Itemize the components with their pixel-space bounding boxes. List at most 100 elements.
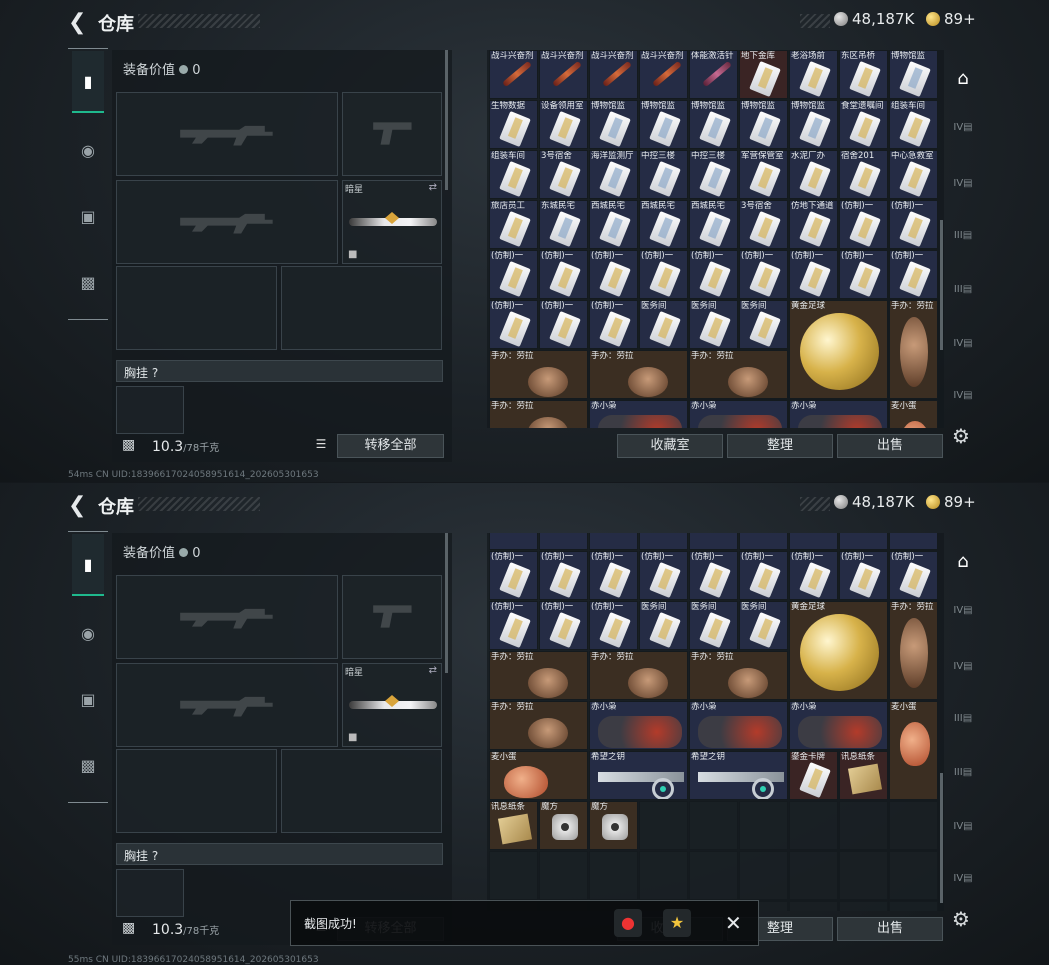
stash-item[interactable]: 西城民宅: [589, 200, 638, 249]
stash-item[interactable]: 手办：劳拉: [489, 651, 588, 700]
stash-item[interactable]: 博物馆监: [889, 50, 938, 99]
stash-item[interactable]: 手办：劳拉: [489, 350, 588, 399]
case-iv-icon[interactable]: IV▤: [950, 605, 976, 627]
back-arrow-icon[interactable]: ❮: [68, 10, 86, 35]
melee-slot[interactable]: 暗星 ⇄ ■: [342, 180, 442, 264]
gold-currency[interactable]: 89+: [926, 10, 976, 28]
armor-slot[interactable]: [281, 749, 442, 833]
stash-item[interactable]: 西城民宅: [689, 200, 738, 249]
stash-empty-cell[interactable]: [789, 801, 838, 850]
stash-item[interactable]: 赤小枭: [589, 701, 688, 750]
stash-item[interactable]: 战斗兴奋剂: [589, 50, 638, 99]
stash-item[interactable]: 鎏金卡牌: [789, 751, 838, 800]
stash-item[interactable]: 西城民宅: [639, 200, 688, 249]
stash-item[interactable]: 中控三楼: [689, 150, 738, 199]
stash-empty-cell[interactable]: [489, 851, 538, 900]
primary-weapon-slot[interactable]: [116, 575, 338, 659]
stash-empty-cell[interactable]: [789, 901, 838, 911]
tab-weapons[interactable]: ▮: [72, 534, 104, 596]
stash-item[interactable]: (仿制)一: [889, 551, 938, 600]
stash-item[interactable]: 仿地下通道: [789, 200, 838, 249]
armor-slot[interactable]: [281, 266, 442, 350]
transfer-all-button[interactable]: 转移全部: [337, 434, 444, 458]
stash-item[interactable]: 魔方: [589, 801, 638, 850]
case-iii-icon[interactable]: III▤: [950, 230, 976, 252]
case-iv-icon[interactable]: IV▤: [950, 122, 976, 144]
stash-item[interactable]: 魔方: [539, 801, 588, 850]
stash-item[interactable]: 手办：劳拉: [489, 400, 588, 428]
stash-item[interactable]: (仿制)一: [589, 250, 638, 299]
stash-item[interactable]: 手办：劳拉: [489, 701, 588, 750]
equipment-scrollbar[interactable]: [445, 533, 448, 673]
stash-empty-cell[interactable]: [489, 533, 538, 550]
stash-empty-cell[interactable]: [889, 801, 938, 850]
case-iv-icon[interactable]: IV▤: [950, 178, 976, 200]
tab-armor[interactable]: ▣: [72, 668, 104, 730]
pistol-slot[interactable]: [342, 92, 442, 176]
case-iv-icon[interactable]: IV▤: [950, 873, 976, 895]
stash-item[interactable]: (仿制)一: [739, 551, 788, 600]
case-iii-icon[interactable]: III▤: [950, 284, 976, 306]
stash-empty-cell[interactable]: [839, 801, 888, 850]
stash-item[interactable]: 东区吊桥: [839, 50, 888, 99]
stash-item[interactable]: (仿制)一: [639, 250, 688, 299]
stash-item[interactable]: 赤小枭: [789, 701, 888, 750]
equipment-scrollbar[interactable]: [445, 50, 448, 190]
stash-item[interactable]: 麦小蛋: [489, 751, 588, 800]
case-iii-icon[interactable]: III▤: [950, 713, 976, 735]
chest-rig-header[interactable]: 胸挂 ?: [116, 360, 443, 382]
stash-item[interactable]: 宿舍201: [839, 150, 888, 199]
case-iv-icon[interactable]: IV▤: [950, 338, 976, 360]
stash-empty-cell[interactable]: [889, 901, 938, 911]
stash-item[interactable]: 医务间: [639, 300, 688, 349]
swap-icon[interactable]: ⇄: [429, 665, 437, 676]
helmet-slot[interactable]: [116, 266, 277, 350]
case-iv-icon[interactable]: IV▤: [950, 390, 976, 412]
stash-item[interactable]: 赤小枭: [789, 400, 888, 428]
tab-helmet[interactable]: ◉: [72, 119, 104, 181]
stash-item[interactable]: (仿制)一: [839, 250, 888, 299]
stash-empty-cell[interactable]: [739, 801, 788, 850]
stash-item[interactable]: 博物馆监: [639, 100, 688, 149]
stash-empty-cell[interactable]: [739, 533, 788, 550]
stash-item[interactable]: 3号宿舍: [539, 150, 588, 199]
home-icon[interactable]: ⌂: [950, 68, 976, 90]
stash-item[interactable]: 医务间: [689, 601, 738, 650]
stash-empty-cell[interactable]: [539, 851, 588, 900]
stash-item[interactable]: 博物馆监: [739, 100, 788, 149]
case-iv-icon[interactable]: IV▤: [950, 661, 976, 683]
stash-item[interactable]: 手办：劳拉: [589, 651, 688, 700]
stash-item[interactable]: 海洋监测厅: [589, 150, 638, 199]
stash-item[interactable]: (仿制)一: [789, 250, 838, 299]
stash-empty-cell[interactable]: [839, 851, 888, 900]
stash-item[interactable]: 战斗兴奋剂: [639, 50, 688, 99]
star-share-icon[interactable]: ★: [663, 909, 691, 937]
case-iv-icon[interactable]: IV▤: [950, 821, 976, 843]
stash-item[interactable]: 水泥厂办: [789, 150, 838, 199]
tab-weapons[interactable]: ▮: [72, 51, 104, 113]
stash-empty-cell[interactable]: [839, 533, 888, 550]
stash-item[interactable]: 医务间: [639, 601, 688, 650]
stash-item[interactable]: 医务间: [739, 601, 788, 650]
stash-item[interactable]: 黄金足球: [789, 601, 888, 700]
sell-button[interactable]: 出售: [837, 434, 943, 458]
stash-item[interactable]: 手办：劳拉: [689, 350, 788, 399]
stash-item[interactable]: 黄金足球: [789, 300, 888, 399]
tab-backpack[interactable]: ▩: [72, 251, 104, 313]
stash-item[interactable]: 讯息纸条: [489, 801, 538, 850]
stash-item[interactable]: (仿制)一: [689, 250, 738, 299]
stash-item[interactable]: 医务间: [689, 300, 738, 349]
stash-item[interactable]: (仿制)一: [689, 551, 738, 600]
stash-item[interactable]: 旅店员工: [489, 200, 538, 249]
stash-item[interactable]: 生物数据: [489, 100, 538, 149]
stash-empty-cell[interactable]: [589, 533, 638, 550]
stash-item[interactable]: 手办：劳拉: [589, 350, 688, 399]
stash-empty-cell[interactable]: [889, 533, 938, 550]
stash-item[interactable]: (仿制)一: [589, 601, 638, 650]
stash-scrollbar[interactable]: [940, 773, 943, 903]
stash-empty-cell[interactable]: [539, 533, 588, 550]
case-iii-icon[interactable]: III▤: [950, 767, 976, 789]
help-icon[interactable]: ?: [152, 366, 158, 380]
stash-item[interactable]: 军营保管室: [739, 150, 788, 199]
chest-rig-header[interactable]: 胸挂 ?: [116, 843, 443, 865]
